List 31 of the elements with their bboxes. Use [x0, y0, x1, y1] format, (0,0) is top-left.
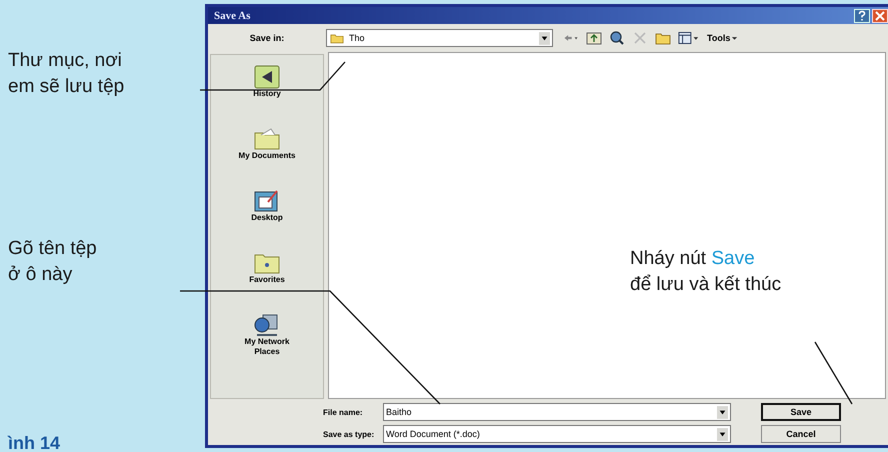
save-in-dropdown[interactable]: Tho: [326, 29, 553, 47]
places-item[interactable]: My Documents: [232, 127, 302, 161]
caret-icon: [717, 428, 728, 440]
leader-line: [814, 342, 853, 404]
figure-caption: ình 14: [8, 433, 62, 452]
views-icon[interactable]: [678, 31, 700, 45]
save-as-type-label: Save as type:: [323, 430, 376, 438]
places-item[interactable]: History: [232, 65, 302, 99]
folder-icon: [253, 127, 281, 151]
places-item[interactable]: Favorites: [232, 251, 302, 285]
callout-text: Thư mục, nơi em sẽ lưu tệp: [8, 49, 126, 99]
caret-icon: [717, 406, 728, 418]
search-icon[interactable]: [609, 31, 625, 45]
save-as-type-dropdown[interactable]: Word Document (*.doc): [383, 425, 731, 443]
callout-text: Gõ tên tệp ở ô này: [8, 237, 98, 287]
tools-menu[interactable]: Tools: [707, 33, 730, 43]
save-button[interactable]: Save: [761, 403, 841, 421]
file-name-field[interactable]: Baitho: [383, 403, 731, 421]
caret-icon: [539, 32, 550, 44]
up-folder-icon[interactable]: [586, 31, 602, 45]
places-item[interactable]: My Network Places: [232, 313, 302, 357]
places-item[interactable]: Desktop: [232, 189, 302, 223]
save-in-label: Save in:: [248, 33, 286, 43]
window-title: Save As: [214, 10, 250, 22]
help-icon[interactable]: [854, 8, 870, 22]
folder-icon: [330, 32, 344, 44]
close-icon[interactable]: [872, 8, 888, 22]
new-folder-icon[interactable]: [655, 31, 671, 45]
callout-text: Nháy nút Save để lưu và kết thúc: [630, 247, 782, 297]
cancel-button[interactable]: Cancel: [761, 425, 841, 443]
file-name-label: File name:: [323, 408, 364, 416]
